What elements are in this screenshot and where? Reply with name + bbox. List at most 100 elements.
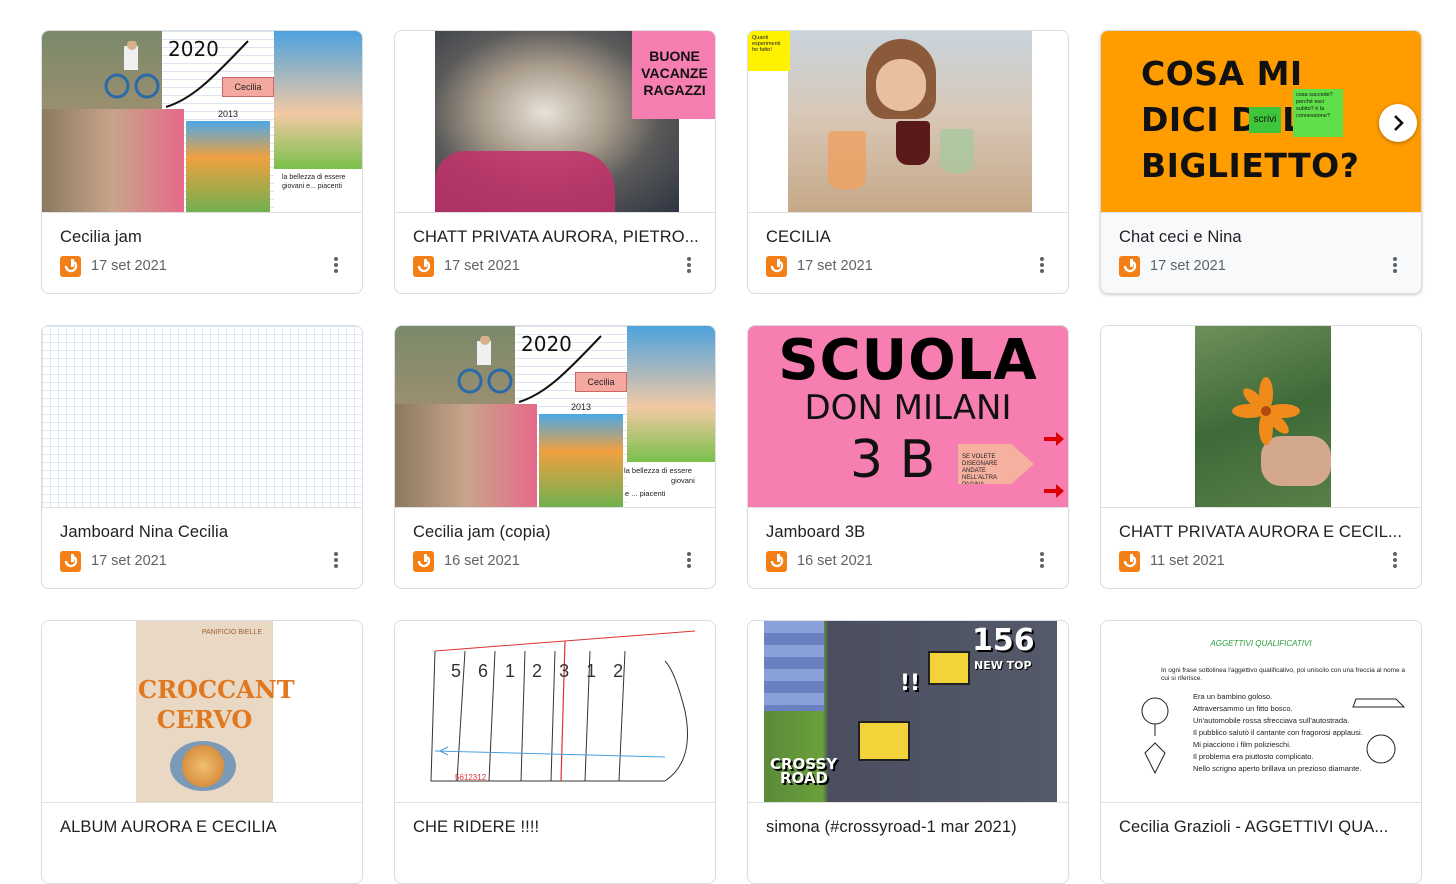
tally-numbers: 5612312 <box>451 661 701 682</box>
card-date: 17 set 2021 <box>1150 258 1226 274</box>
jam-card[interactable]: CHATT PRIVATA AURORA E CECIL... 11 set 2… <box>1100 325 1422 589</box>
sticky-note: scrivi <box>1249 107 1281 133</box>
photo-caption: la bellezza di essere giovani e... piace… <box>282 174 346 190</box>
game-logo: CROSSY ROAD <box>770 757 837 787</box>
thumbnail: 156 NEW TOP !! CROSSY ROAD <box>748 621 1068 803</box>
jamboard-icon <box>766 256 787 277</box>
tally-number: 1 <box>586 661 614 681</box>
jamboard-icon <box>1119 551 1140 572</box>
sticky-note: cosa succede? perché esci subito? è la c… <box>1293 89 1343 137</box>
card-title: ALBUM AURORA E CECILIA <box>60 818 277 836</box>
drawing-note: 5612312 <box>455 773 487 782</box>
board-subheading: DON MILANI <box>804 388 1012 428</box>
box-line: CROCCANT <box>138 675 295 704</box>
thumbnail: SCUOLA DON MILANI 3 B SE VOLETE DISEGNAR… <box>748 326 1068 508</box>
game-mark: !! <box>900 671 921 696</box>
jam-card[interactable]: Jamboard Nina Cecilia 17 set 2021 <box>41 325 363 589</box>
card-title: CHATT PRIVATA AURORA E CECIL... <box>1119 523 1403 541</box>
thumbnail: AGGETTIVI QUALIFICATIVI In ogni frase so… <box>1101 621 1421 803</box>
flower-photo <box>1232 377 1300 445</box>
card-title: Jamboard Nina Cecilia <box>60 523 229 541</box>
thumbnail: COSA MI DICI DEL BIGLIETTO? scrivi cosa … <box>1101 31 1421 213</box>
tally-number: 2 <box>613 661 641 681</box>
arrow-note: Cecilia <box>222 77 274 97</box>
tally-number: 3 <box>559 661 587 681</box>
jamboard-icon <box>766 551 787 572</box>
more-options-icon[interactable] <box>675 546 703 574</box>
sketch-icons <box>1141 697 1169 775</box>
card-title: CECILIA <box>766 228 831 246</box>
thumbnail: 2020 Cecilia 2013 la bellezza di essere … <box>395 326 715 508</box>
chevron-right-icon <box>1394 115 1404 131</box>
card-title: Cecilia jam (copia) <box>413 523 551 541</box>
year2-label: 2013 <box>571 402 592 412</box>
more-options-icon[interactable] <box>1381 546 1409 574</box>
thumbnail: BUONE VACANZE RAGAZZI <box>395 31 715 213</box>
game-score: 156 <box>972 623 1035 658</box>
card-title: Jamboard 3B <box>766 523 866 541</box>
more-options-icon[interactable] <box>1381 251 1409 279</box>
tally-number: 2 <box>532 661 560 681</box>
jam-card[interactable]: 5612312 5612312 CHE RIDERE !!!! <box>394 620 716 884</box>
jam-card[interactable]: Quanti esperimenti ho fatto! CECILIA 17 … <box>747 30 1069 294</box>
card-date: 17 set 2021 <box>444 258 520 274</box>
card-title: Cecilia Grazioli - AGGETTIVI QUA... <box>1119 818 1389 836</box>
box-top-text: PANIFICIO BIELLE <box>201 629 262 636</box>
jam-card[interactable]: 2020 Cecilia 2013 la bellezza di essere … <box>41 30 363 294</box>
card-title: simona (#crossyroad-1 mar 2021) <box>766 818 1017 836</box>
card-date: 16 set 2021 <box>797 553 873 569</box>
photo-caption: e ... piacenti <box>625 489 666 498</box>
card-date: 17 set 2021 <box>797 258 873 274</box>
jamboard-icon <box>60 256 81 277</box>
thumbnail: 5612312 5612312 <box>395 621 715 803</box>
sticky-note: Quanti esperimenti ho fatto! <box>748 31 790 71</box>
card-title: Cecilia jam <box>60 228 142 246</box>
photo-caption: giovani <box>671 476 695 485</box>
game-subtitle: NEW TOP <box>974 659 1032 672</box>
thumbnail: PANIFICIO BIELLE CROCCANT CERVO <box>42 621 362 803</box>
more-options-icon[interactable] <box>1028 546 1056 574</box>
card-date: 17 set 2021 <box>91 258 167 274</box>
board-heading: SCUOLA <box>778 328 1038 393</box>
thumbnail <box>42 326 362 508</box>
jam-card[interactable]: SCUOLA DON MILANI 3 B SE VOLETE DISEGNAR… <box>747 325 1069 589</box>
arrow-note: Cecilia <box>575 372 627 392</box>
jam-card[interactable]: AGGETTIVI QUALIFICATIVI In ogni frase so… <box>1100 620 1422 884</box>
sticky-note: BUONE VACANZE RAGAZZI <box>632 31 715 119</box>
card-title: CHATT PRIVATA AURORA, PIETRO... <box>413 228 699 246</box>
more-options-icon[interactable] <box>322 251 350 279</box>
jamboard-icon <box>413 256 434 277</box>
year2-label: 2013 <box>218 109 239 119</box>
tally-number: 1 <box>505 661 533 681</box>
thumbnail: Quanti esperimenti ho fatto! <box>748 31 1068 213</box>
card-date: 16 set 2021 <box>444 553 520 569</box>
card-date: 17 set 2021 <box>91 553 167 569</box>
more-options-icon[interactable] <box>1028 251 1056 279</box>
logo-line: ROAD <box>780 769 828 787</box>
sketch-icons <box>1352 698 1406 764</box>
jam-card[interactable]: 2020 Cecilia 2013 la bellezza di essere … <box>394 325 716 589</box>
arrow-note: SE VOLETE DISEGNARE ANDATE NELL'ALTRA PA… <box>958 444 1034 484</box>
photo-caption: la bellezza di essere <box>624 466 692 475</box>
jamboard-icon <box>60 551 81 572</box>
card-title: Chat ceci e Nina <box>1119 228 1242 246</box>
thumbnail: 2020 Cecilia 2013 la bellezza di essere … <box>42 31 362 213</box>
card-date: 11 set 2021 <box>1150 553 1225 569</box>
tally-number: 5 <box>451 661 479 681</box>
jam-card[interactable]: PANIFICIO BIELLE CROCCANT CERVO ALBUM AUR… <box>41 620 363 884</box>
box-line: CERVO <box>156 705 253 734</box>
next-slide-button[interactable] <box>1379 104 1417 142</box>
jam-card[interactable]: COSA MI DICI DEL BIGLIETTO? scrivi cosa … <box>1100 30 1422 294</box>
bike-photo <box>104 41 160 99</box>
jam-card[interactable]: BUONE VACANZE RAGAZZI CHATT PRIVATA AURO… <box>394 30 716 294</box>
thumbnail <box>1101 326 1421 508</box>
worksheet-heading: AGGETTIVI QUALIFICATIVI <box>1210 639 1312 648</box>
tally-number: 6 <box>478 661 506 681</box>
card-title: CHE RIDERE !!!! <box>413 818 540 836</box>
jam-card[interactable]: 156 NEW TOP !! CROSSY ROAD simona (#cross… <box>747 620 1069 884</box>
more-options-icon[interactable] <box>675 251 703 279</box>
box-text: CROCCANT CERVO <box>138 675 295 735</box>
jamboard-icon <box>1119 256 1140 277</box>
jamboard-icon <box>413 551 434 572</box>
more-options-icon[interactable] <box>322 546 350 574</box>
